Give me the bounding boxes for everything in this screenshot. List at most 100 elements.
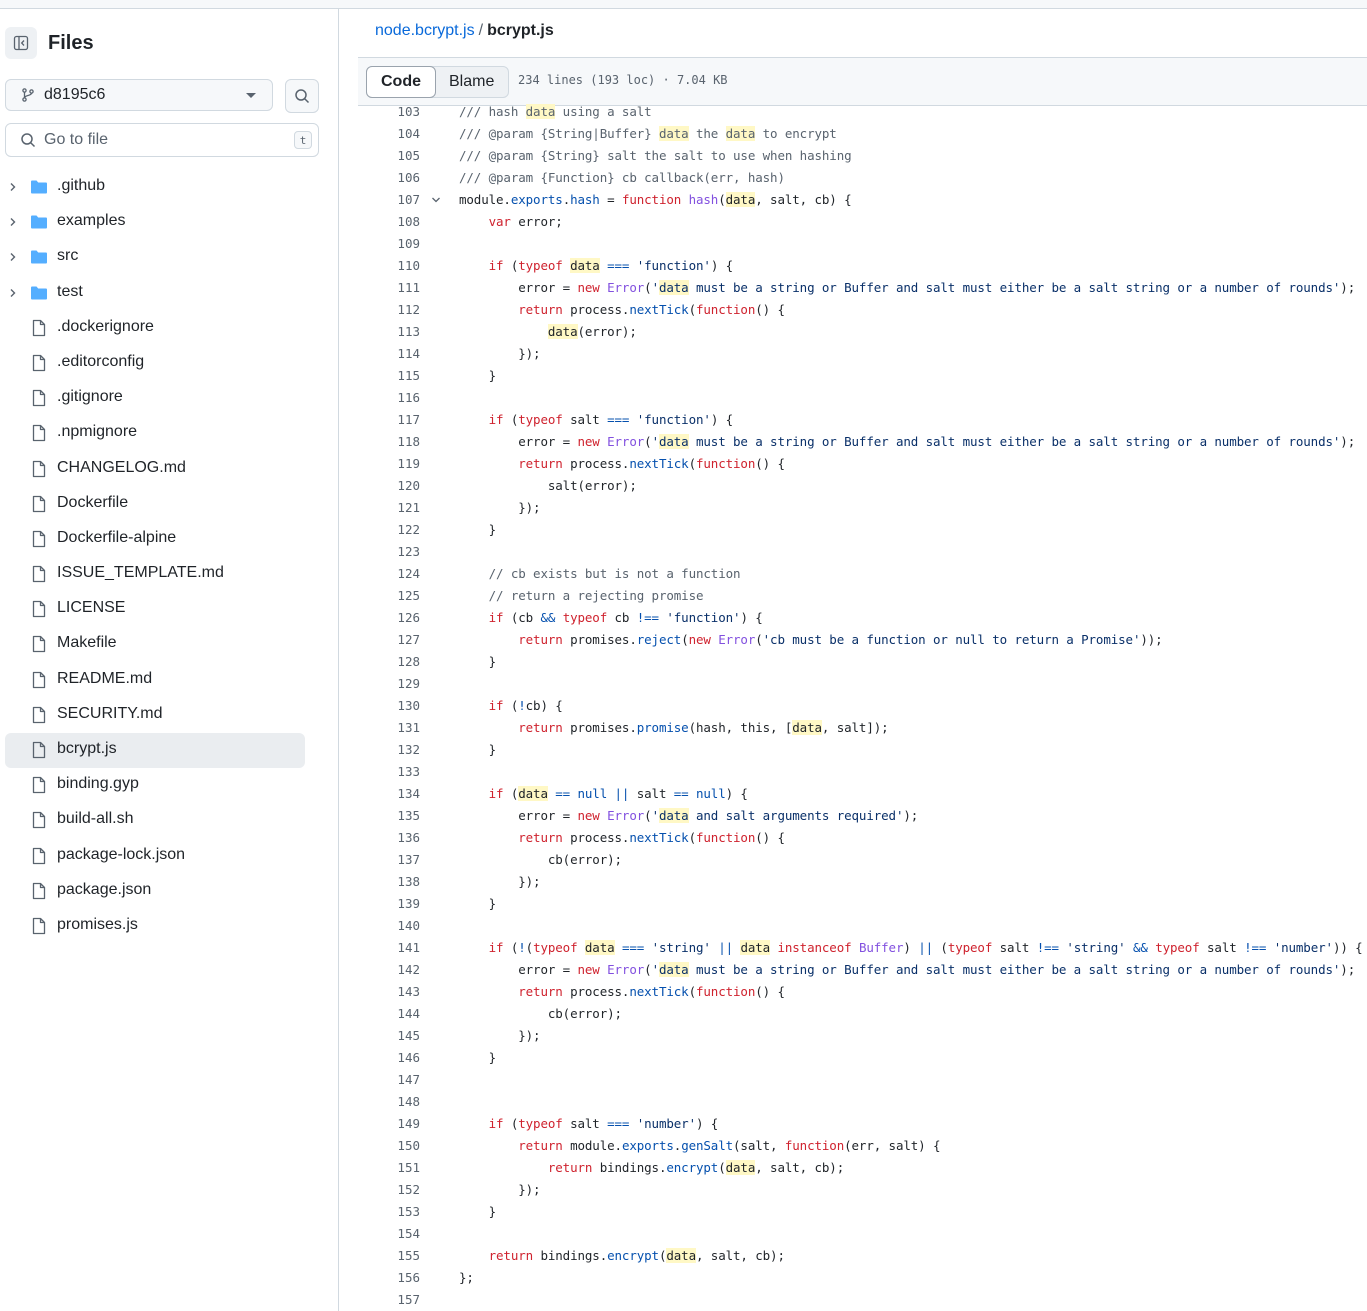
tree-folder[interactable]: .github [0,170,338,205]
line-number[interactable]: 112 [358,299,420,321]
line-number[interactable]: 108 [358,211,420,233]
code-text: if (typeof salt === 'function') { [488,412,734,427]
tree-file[interactable]: .gitignore [0,381,338,416]
line-number[interactable]: 144 [358,1003,420,1025]
line-number[interactable]: 147 [358,1069,420,1091]
code-text: // cb exists but is not a function [459,566,741,581]
line-number[interactable]: 145 [358,1025,420,1047]
collapse-sidebar-button[interactable] [5,27,37,59]
line-number[interactable]: 116 [358,387,420,409]
line-number[interactable]: 133 [358,761,420,783]
tree-file[interactable]: Dockerfile [0,487,338,522]
line-number[interactable]: 153 [358,1201,420,1223]
go-to-file-field[interactable]: t [5,123,319,157]
tree-file[interactable]: .npmignore [0,416,338,451]
line-number[interactable]: 146 [358,1047,420,1069]
line-number[interactable]: 136 [358,827,420,849]
line-number[interactable]: 128 [358,651,420,673]
line-number[interactable]: 151 [358,1157,420,1179]
code-line: 128 } [358,651,1367,673]
tree-file[interactable]: .editorconfig [0,346,338,381]
line-number[interactable]: 143 [358,981,420,1003]
line-number[interactable]: 135 [358,805,420,827]
line-number[interactable]: 121 [358,497,420,519]
tree-file[interactable]: Makefile [0,627,338,662]
tree-file[interactable]: SECURITY.md [0,698,338,733]
line-number[interactable]: 126 [358,607,420,629]
fold-chevron-icon[interactable] [431,195,441,205]
code-text: data(error); [547,324,637,339]
tree-item-label: Dockerfile [57,493,129,511]
line-number[interactable]: 129 [358,673,420,695]
line-number[interactable]: 138 [358,871,420,893]
tree-file[interactable]: bcrypt.js [0,733,338,769]
line-number[interactable]: 109 [358,233,420,255]
tree-file[interactable]: CHANGELOG.md [0,452,338,487]
line-number[interactable]: 127 [358,629,420,651]
search-files-button[interactable] [285,79,319,113]
line-number[interactable]: 111 [358,277,420,299]
branch-selector[interactable]: d8195c6 [5,79,273,111]
line-number[interactable]: 152 [358,1179,420,1201]
tree-folder[interactable]: examples [0,205,338,240]
line-number[interactable]: 115 [358,365,420,387]
chevron-right-icon[interactable] [8,217,18,227]
line-number[interactable]: 134 [358,783,420,805]
go-to-file-input[interactable] [44,131,274,149]
line-number[interactable]: 105 [358,145,420,167]
line-number[interactable]: 106 [358,167,420,189]
line-number[interactable]: 137 [358,849,420,871]
line-number[interactable]: 156 [358,1267,420,1289]
line-number[interactable]: 130 [358,695,420,717]
line-number[interactable]: 118 [358,431,420,453]
tree-file[interactable]: README.md [0,663,338,698]
line-number[interactable]: 148 [358,1091,420,1113]
line-number[interactable]: 139 [358,893,420,915]
line-number[interactable]: 154 [358,1223,420,1245]
tree-item-label: README.md [57,669,153,687]
line-number[interactable]: 107 [358,189,420,211]
line-number[interactable]: 142 [358,959,420,981]
line-number[interactable]: 113 [358,321,420,343]
tab-blame[interactable]: Blame [435,67,508,97]
chevron-right-icon[interactable] [8,252,18,262]
breadcrumb-separator: / [478,22,484,39]
tree-file[interactable]: package.json [0,874,338,909]
tree-file[interactable]: ISSUE_TEMPLATE.md [0,557,338,592]
tree-file[interactable]: binding.gyp [0,768,338,803]
tree-folder[interactable]: src [0,240,338,275]
line-number[interactable]: 155 [358,1245,420,1267]
line-number[interactable]: 123 [358,541,420,563]
line-number[interactable]: 131 [358,717,420,739]
tree-file[interactable]: promises.js [0,909,338,944]
line-number[interactable]: 117 [358,409,420,431]
line-number[interactable]: 124 [358,563,420,585]
line-number[interactable]: 132 [358,739,420,761]
chevron-right-icon[interactable] [8,288,18,298]
tree-file[interactable]: build-all.sh [0,803,338,838]
code-view[interactable]: 103 /// hash data using a salt 104 /// @par… [358,101,1367,1311]
tree-file[interactable]: package-lock.json [0,839,338,874]
line-number[interactable]: 110 [358,255,420,277]
line-number[interactable]: 114 [358,343,420,365]
code-line: 140 [358,915,1367,937]
line-number[interactable]: 150 [358,1135,420,1157]
chevron-right-icon[interactable] [8,182,18,192]
line-number[interactable]: 103 [358,101,420,123]
tree-file[interactable]: .dockerignore [0,311,338,346]
line-number[interactable]: 140 [358,915,420,937]
breadcrumb-repo-link[interactable]: node.bcrypt.js [375,22,475,39]
line-number[interactable]: 120 [358,475,420,497]
line-number[interactable]: 157 [358,1289,420,1311]
line-number[interactable]: 122 [358,519,420,541]
tab-code[interactable]: Code [366,66,436,98]
line-number[interactable]: 141 [358,937,420,959]
line-number[interactable]: 125 [358,585,420,607]
line-number[interactable]: 149 [358,1113,420,1135]
line-number[interactable]: 119 [358,453,420,475]
line-number[interactable]: 104 [358,123,420,145]
tree-folder[interactable]: test [0,276,338,311]
tree-file[interactable]: LICENSE [0,592,338,627]
code-line: 105 /// @param {String} salt the salt to … [358,145,1367,167]
tree-file[interactable]: Dockerfile-alpine [0,522,338,557]
